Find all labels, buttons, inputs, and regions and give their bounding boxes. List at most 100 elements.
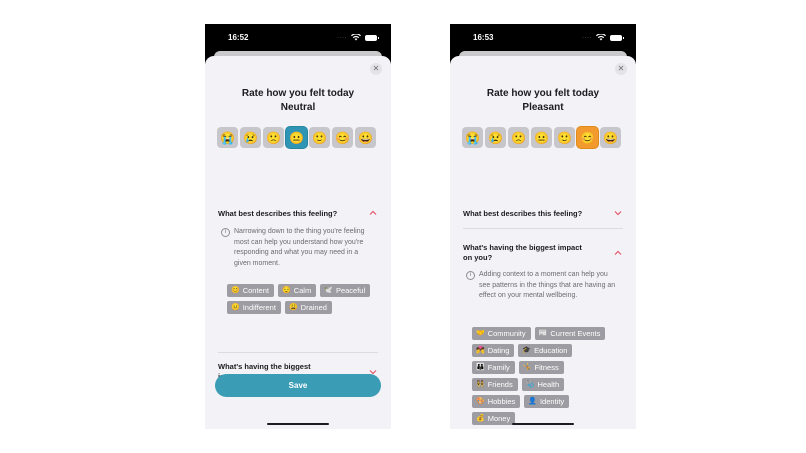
mood-option[interactable]: 🙂 (554, 127, 575, 148)
tag-chip[interactable]: 🩺 Health (521, 378, 565, 391)
divider (218, 352, 378, 353)
save-button[interactable]: Save (215, 374, 381, 397)
mood-option[interactable]: 😐 (286, 127, 307, 148)
chip-label: Identity (539, 397, 565, 406)
chip-emoji-icon: 😩 (288, 304, 298, 311)
phone-screen-right: 16:53 ···· ✕ Rate how you felt today Ple… (450, 24, 636, 429)
chip-emoji-icon: 👪 (476, 364, 485, 371)
chip-label: Family (487, 363, 510, 372)
phone-screen-left: 16:52 ···· ✕ Rate how you felt today Neu… (205, 24, 391, 429)
divider (463, 228, 623, 229)
chip-emoji-icon: 😐 (231, 304, 240, 311)
mood-option[interactable]: 😀 (355, 127, 376, 148)
mood-sheet: ✕ Rate how you felt today Neutral 😭 😢 🙁 😐 🙂 😊… (205, 56, 391, 429)
chip-label: Indifferent (242, 303, 276, 312)
chip-label: Fitness (534, 363, 559, 372)
tag-chip[interactable]: 👤 Identity (524, 395, 570, 408)
close-icon[interactable]: ✕ (370, 63, 382, 75)
tag-chip[interactable]: 🕊️ Peaceful (320, 284, 371, 297)
chip-emoji-icon: 😌 (282, 287, 291, 294)
chip-emoji-icon: 🕊️ (324, 287, 333, 294)
chip-emoji-icon: 🤝 (476, 330, 485, 337)
mood-option[interactable]: 🙁 (508, 127, 529, 148)
impact-chips: 🤝 Community 📰 Current Events 💏 Dating 🎓 Educati… (472, 327, 612, 425)
sheet-title: Rate how you felt today (241, 88, 355, 99)
chip-emoji-icon: 🎨 (476, 398, 485, 405)
feeling-info: i Narrowing down to the thing you're fee… (221, 227, 375, 269)
mood-option[interactable]: 😊 (577, 127, 598, 148)
feeling-info-text: Narrowing down to the thing you're feeli… (234, 228, 365, 267)
impact-info-text: Adding context to a moment can help you … (479, 271, 616, 299)
chevron-up-icon[interactable] (613, 249, 623, 259)
mood-scale: 😭 😢 🙁 😐 🙂 😊 😀 (217, 127, 376, 148)
battery-icon (365, 34, 379, 41)
mood-option[interactable]: 😊 (332, 127, 353, 148)
status-icons: ···· (337, 34, 379, 41)
chip-emoji-icon: 👤 (528, 398, 537, 405)
chip-label: Calm (293, 286, 312, 295)
tag-chip[interactable]: 📰 Current Events (534, 327, 606, 340)
mood-option[interactable]: 😀 (600, 127, 621, 148)
tag-chip[interactable]: 👪 Family (472, 361, 515, 374)
wifi-icon (596, 34, 606, 41)
chip-label: Content (242, 286, 269, 295)
chip-label: Drained (300, 303, 327, 312)
close-icon[interactable]: ✕ (615, 63, 627, 75)
mood-option[interactable]: 😭 (462, 127, 483, 148)
tag-chip[interactable]: 🤝 Community (472, 327, 531, 340)
tag-chip[interactable]: 😩 Drained (284, 301, 332, 314)
mood-label: Neutral (280, 102, 316, 113)
chip-label: Money (487, 414, 511, 423)
tag-chip[interactable]: 😌 Calm (278, 284, 317, 297)
tag-chip[interactable]: 😐 Indifferent (227, 301, 281, 314)
mood-sheet: ✕ Rate how you felt today Pleasant 😭 😢 🙁 😐 🙂… (450, 56, 636, 429)
chip-label: Dating (487, 346, 510, 355)
mood-option[interactable]: 😭 (217, 127, 238, 148)
chevron-down-icon[interactable] (613, 209, 623, 219)
tag-chip[interactable]: 🤸 Fitness (518, 361, 564, 374)
status-time: 16:52 (228, 33, 249, 42)
chip-emoji-icon: 🤸 (522, 364, 532, 371)
chip-emoji-icon: 📰 (538, 330, 548, 337)
mood-option[interactable]: 😐 (531, 127, 552, 148)
chip-label: Education (534, 346, 568, 355)
mood-option[interactable]: 😢 (240, 127, 261, 148)
chip-label: Current Events (550, 329, 601, 338)
tag-chip[interactable]: 💰 Money (472, 412, 516, 425)
tag-chip[interactable]: 🎓 Education (518, 344, 573, 357)
info-icon: i (221, 228, 230, 237)
tag-chip[interactable]: 💏 Dating (472, 344, 515, 357)
chip-emoji-icon: 👯 (476, 381, 485, 388)
sheet-title: Rate how you felt today (486, 88, 600, 99)
chip-emoji-icon: 🩺 (525, 381, 535, 388)
home-indicator (267, 423, 329, 425)
section-feeling-title[interactable]: What best describes this feeling? (218, 209, 376, 219)
mood-option[interactable]: 🙂 (309, 127, 330, 148)
mood-option[interactable]: 🙁 (263, 127, 284, 148)
chip-emoji-icon: 🎓 (522, 347, 532, 354)
chip-emoji-icon: 💰 (476, 415, 485, 422)
chip-emoji-icon: 💏 (476, 347, 485, 354)
mood-option[interactable]: 😢 (485, 127, 506, 148)
chip-label: Hobbies (487, 397, 516, 406)
section-feeling-title[interactable]: What best describes this feeling? (463, 209, 621, 219)
mood-label: Pleasant (522, 102, 564, 113)
battery-icon (610, 34, 624, 41)
signal-icon: ···· (337, 34, 347, 41)
chevron-up-icon[interactable] (368, 209, 378, 219)
chip-label: Health (537, 380, 560, 389)
wifi-icon (351, 34, 361, 41)
mood-scale: 😭 😢 🙁 😐 🙂 😊 😀 (462, 127, 621, 148)
chip-label: Community (487, 329, 526, 338)
tag-chip[interactable]: 😊 Content (227, 284, 274, 297)
section-impact-title[interactable]: What's having the biggest impact on you? (463, 243, 593, 263)
impact-info: i Adding context to a moment can help yo… (466, 270, 620, 302)
info-icon: i (466, 271, 475, 280)
chip-emoji-icon: 😊 (231, 287, 240, 294)
tag-chip[interactable]: 👯 Friends (472, 378, 518, 391)
tag-chip[interactable]: 🎨 Hobbies (472, 395, 521, 408)
feeling-chips: 😊 Content 😌 Calm 🕊️ Peaceful 😐 Indifferent 😩 Drai… (227, 284, 377, 314)
signal-icon: ···· (582, 34, 592, 41)
home-indicator (512, 423, 574, 425)
chip-label: Peaceful (335, 286, 366, 295)
